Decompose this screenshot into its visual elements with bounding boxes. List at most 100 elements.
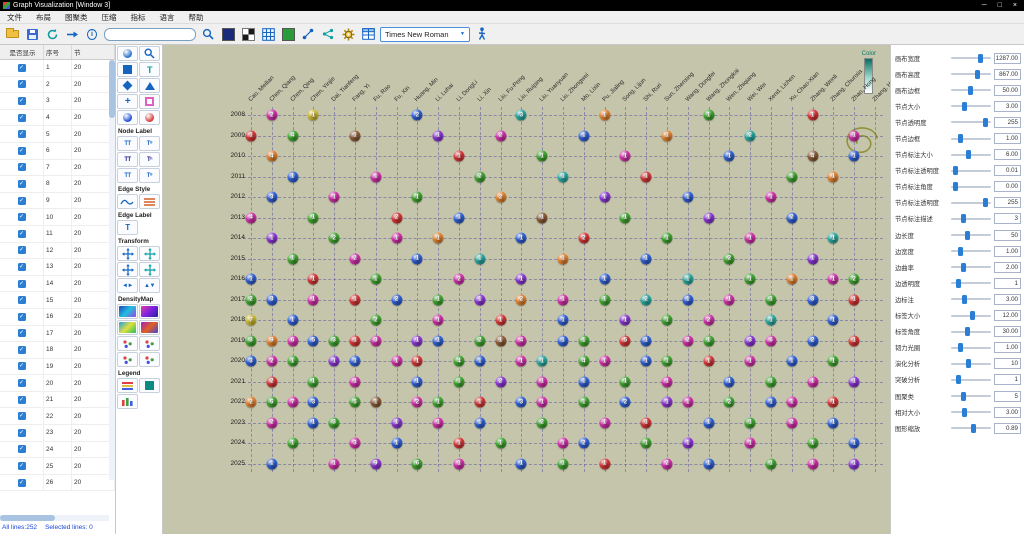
setting-value[interactable]: 5: [994, 390, 1021, 402]
table-row[interactable]: ✓ 5 20: [0, 126, 115, 143]
data-node[interactable]: 1: [557, 437, 569, 449]
diamond-tool[interactable]: [117, 78, 138, 93]
data-node[interactable]: 1: [245, 273, 257, 285]
legend-bars-button[interactable]: [117, 378, 138, 393]
data-node[interactable]: 2: [411, 109, 423, 121]
setting-value[interactable]: 30.00: [994, 326, 1021, 338]
data-node[interactable]: 3: [328, 417, 340, 428]
setting-value[interactable]: 12.00: [994, 310, 1021, 322]
density-option-3-button[interactable]: [117, 352, 138, 367]
data-node[interactable]: 1: [703, 212, 715, 223]
row-checkbox[interactable]: ✓: [17, 213, 26, 222]
data-node[interactable]: 1: [391, 355, 403, 367]
slider-handle[interactable]: [969, 311, 975, 321]
density-option-4-button[interactable]: [139, 352, 160, 367]
data-node[interactable]: 1: [307, 417, 319, 428]
data-node[interactable]: 1: [432, 314, 444, 326]
setting-slider[interactable]: [951, 53, 991, 63]
setting-slider[interactable]: [951, 294, 991, 304]
setting-slider[interactable]: [951, 198, 991, 208]
setting-slider[interactable]: [951, 278, 991, 288]
data-node[interactable]: 1: [307, 212, 319, 223]
data-node[interactable]: 1: [827, 273, 839, 285]
setting-slider[interactable]: [951, 246, 991, 256]
data-node[interactable]: 1: [328, 458, 340, 469]
data-node[interactable]: 1: [640, 417, 652, 428]
data-node[interactable]: 1: [848, 130, 860, 141]
data-node[interactable]: 2: [453, 273, 465, 285]
data-node[interactable]: 1: [640, 253, 652, 264]
slider-handle[interactable]: [966, 359, 972, 369]
table-row[interactable]: ✓ 19 20: [0, 358, 115, 376]
setting-value[interactable]: 3.00: [994, 406, 1021, 418]
green-swatch-button[interactable]: [280, 26, 296, 42]
data-node[interactable]: 1: [723, 376, 735, 387]
square-tool[interactable]: [117, 62, 138, 77]
slider-handle[interactable]: [960, 262, 966, 272]
data-node[interactable]: 1: [307, 376, 319, 387]
data-node[interactable]: 1: [827, 232, 839, 244]
data-node[interactable]: 3: [515, 109, 527, 121]
data-node[interactable]: 2: [640, 294, 652, 305]
data-node[interactable]: 1: [619, 376, 631, 387]
table-row[interactable]: ✓ 2 20: [0, 76, 115, 94]
table-row[interactable]: ✓ 9 20: [0, 192, 115, 210]
table-row[interactable]: ✓ 4 20: [0, 109, 115, 127]
slider-handle[interactable]: [978, 53, 984, 63]
data-node[interactable]: 2: [703, 314, 715, 326]
setting-slider[interactable]: [951, 359, 991, 369]
data-node[interactable]: 1: [432, 232, 444, 244]
data-node[interactable]: 1: [349, 130, 361, 141]
slider-handle[interactable]: [983, 117, 989, 127]
grid-button[interactable]: [260, 26, 276, 42]
data-node[interactable]: 1: [682, 273, 694, 285]
row-checkbox[interactable]: ✓: [17, 262, 26, 271]
data-node[interactable]: 1: [703, 417, 715, 428]
density-map-1-button[interactable]: [117, 304, 138, 319]
data-node[interactable]: 1: [307, 273, 319, 285]
data-node[interactable]: 1: [661, 376, 673, 387]
data-node[interactable]: 1: [411, 191, 423, 203]
settings-button[interactable]: [340, 26, 356, 42]
setting-value[interactable]: 255: [994, 197, 1021, 209]
setting-value[interactable]: 255: [994, 116, 1021, 128]
data-node[interactable]: 1: [640, 355, 652, 367]
table-row[interactable]: ✓ 21 20: [0, 391, 115, 409]
menu-item-6[interactable]: 语言: [153, 12, 182, 23]
slider-handle[interactable]: [965, 230, 971, 240]
row-checkbox[interactable]: ✓: [17, 196, 26, 205]
edge-label-button[interactable]: T: [117, 220, 138, 235]
data-node[interactable]: 1: [411, 335, 423, 346]
slider-handle[interactable]: [952, 182, 958, 192]
data-node[interactable]: 1: [786, 171, 798, 182]
table-row[interactable]: ✓ 22 20: [0, 408, 115, 426]
table-row[interactable]: ✓ 10 20: [0, 209, 115, 226]
setting-slider[interactable]: [951, 391, 991, 401]
setting-slider[interactable]: [951, 262, 991, 272]
data-node[interactable]: 1: [848, 294, 860, 305]
data-node[interactable]: 1: [287, 171, 299, 182]
setting-slider[interactable]: [951, 69, 991, 79]
density-map-2-button[interactable]: [139, 304, 160, 319]
node-label-t9b-button[interactable]: T⁹: [139, 168, 160, 183]
data-node[interactable]: 2: [807, 335, 819, 346]
setting-value[interactable]: 1287.00: [994, 52, 1021, 64]
slider-handle[interactable]: [962, 294, 968, 304]
data-node[interactable]: 1: [349, 294, 361, 305]
data-node[interactable]: 2: [349, 253, 361, 264]
data-node[interactable]: 2: [619, 396, 631, 408]
table-row[interactable]: ✓ 7 20: [0, 159, 115, 177]
density-option-2-button[interactable]: [139, 336, 160, 351]
slider-handle[interactable]: [962, 101, 968, 111]
data-node[interactable]: 1: [557, 294, 569, 305]
data-node[interactable]: 9: [370, 458, 382, 469]
navy-swatch-button[interactable]: [220, 26, 236, 42]
slider-handle[interactable]: [961, 214, 967, 224]
data-node[interactable]: 2: [744, 130, 756, 141]
data-node[interactable]: 1: [266, 458, 278, 469]
data-node[interactable]: 1: [703, 355, 715, 367]
slider-handle[interactable]: [961, 391, 967, 401]
slider-handle[interactable]: [962, 407, 968, 417]
data-node[interactable]: 7: [287, 396, 299, 408]
data-node[interactable]: 1: [661, 232, 673, 244]
